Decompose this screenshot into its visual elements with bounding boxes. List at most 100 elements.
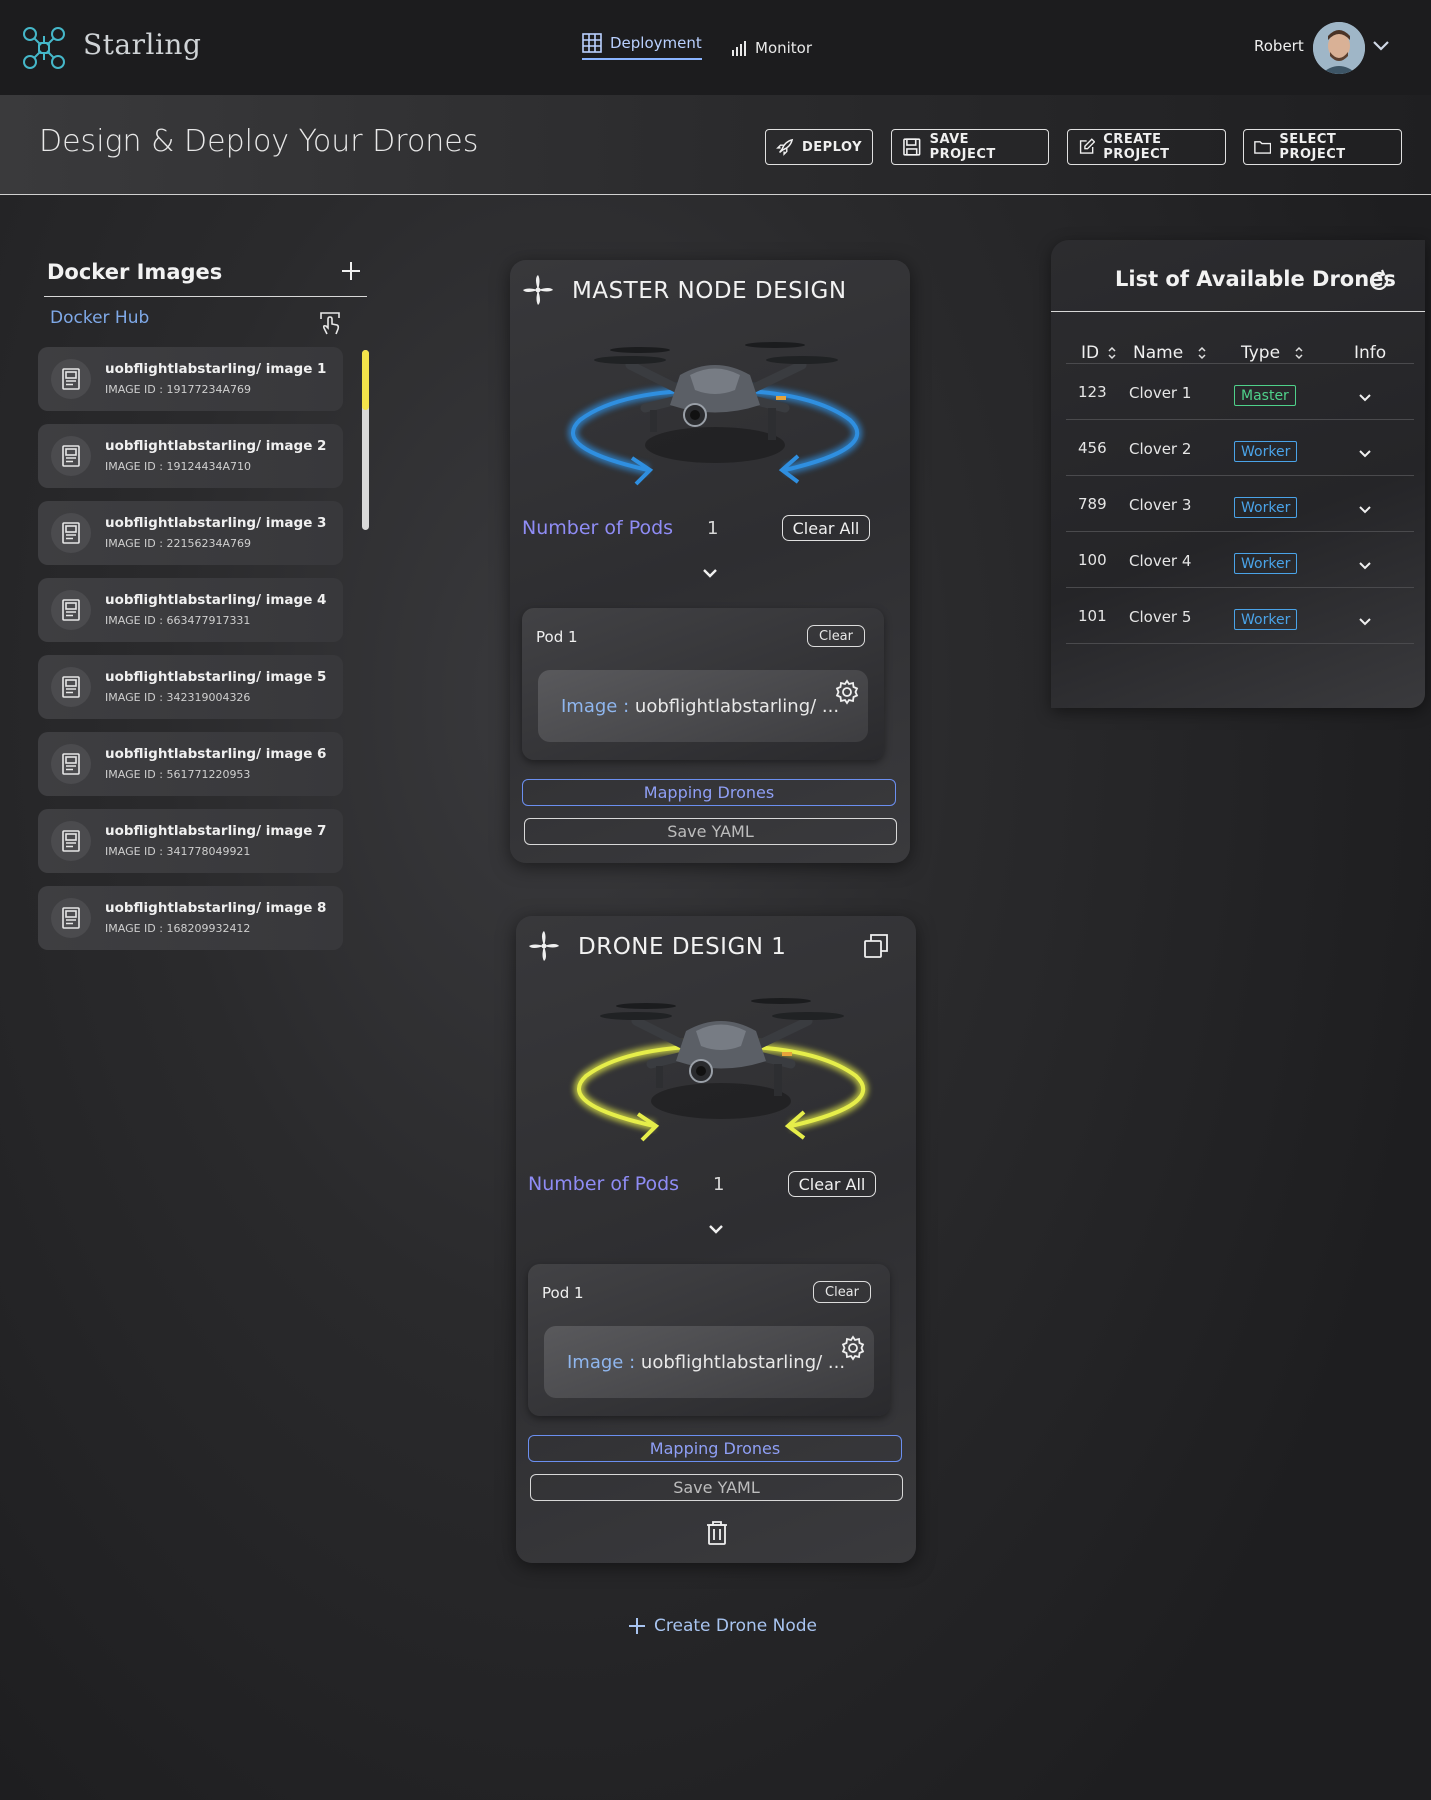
row-divider (1066, 363, 1414, 364)
card-title: MASTER NODE DESIGN (572, 278, 847, 304)
column-header-type[interactable]: Type (1241, 343, 1304, 363)
gear-icon[interactable] (840, 1335, 866, 1361)
save-yaml-button[interactable]: Save YAML (530, 1474, 903, 1501)
drone-name: Clover 4 (1129, 552, 1192, 570)
docker-image-item[interactable]: uobflightlabstarling/ image 5 IMAGE ID :… (38, 655, 343, 719)
add-icon[interactable] (339, 259, 363, 283)
grid-icon (582, 33, 602, 53)
chevron-down-icon[interactable] (701, 567, 719, 579)
document-icon (51, 590, 91, 630)
pods-count-label: Number of Pods (522, 517, 674, 539)
chevron-down-icon[interactable] (1358, 617, 1372, 626)
top-bar (0, 0, 1431, 95)
drone-type-badge: Worker (1234, 441, 1298, 462)
docker-image-id: IMAGE ID : 22156234A769 (105, 537, 251, 550)
drone-id: 789 (1078, 495, 1107, 513)
document-icon (51, 667, 91, 707)
drone-id: 123 (1078, 383, 1107, 401)
create-drone-node-button[interactable]: Create Drone Node (628, 1616, 817, 1636)
docker-image-id: IMAGE ID : 341778049921 (105, 845, 251, 858)
page-title: Design & Deploy Your Drones (39, 124, 479, 159)
chevron-down-icon[interactable] (707, 1223, 725, 1235)
select-project-label: SELECT PROJECT (1279, 132, 1346, 162)
document-icon (51, 513, 91, 553)
clear-all-button[interactable]: Clear All (788, 1171, 876, 1197)
chevron-down-icon[interactable] (1358, 505, 1372, 514)
divider (1051, 311, 1425, 312)
docker-image-name: uobflightlabstarling/ image 1 (105, 361, 327, 377)
pods-count-value: 1 (707, 518, 719, 539)
drone-image (568, 342, 863, 486)
column-header-name[interactable]: Name (1133, 343, 1207, 363)
pod-image-slot[interactable]: Image : uobflightlabstarling/ ... (544, 1326, 874, 1398)
mapping-drones-button[interactable]: Mapping Drones (528, 1435, 902, 1462)
save-yaml-button[interactable]: Save YAML (524, 818, 897, 845)
floppy-disk-icon (903, 138, 921, 156)
docker-image-id: IMAGE ID : 19124434A710 (105, 460, 251, 473)
chevron-down-icon[interactable] (1358, 449, 1372, 458)
create-project-button[interactable]: CREATE PROJECT (1067, 129, 1226, 165)
pod-title: Pod 1 (536, 628, 578, 646)
docker-image-item[interactable]: uobflightlabstarling/ image 6 IMAGE ID :… (38, 732, 343, 796)
drone-id: 101 (1078, 607, 1107, 625)
sort-icon (1295, 346, 1303, 360)
clear-pod-button[interactable]: Clear (813, 1281, 871, 1303)
drag-hand-icon[interactable] (318, 310, 342, 336)
rocket-icon (776, 138, 794, 156)
scrollbar-thumb[interactable] (362, 350, 369, 410)
row-divider (1066, 419, 1414, 420)
docker-image-item[interactable]: uobflightlabstarling/ image 4 IMAGE ID :… (38, 578, 343, 642)
drone-design-card: DRONE DESIGN 1 Number of Pods 1 Clear Al… (516, 916, 916, 1563)
column-header-info-label: Info (1354, 343, 1387, 363)
docker-image-list: uobflightlabstarling/ image 1 IMAGE ID :… (38, 347, 343, 963)
select-project-button[interactable]: SELECT PROJECT (1243, 129, 1402, 165)
chevron-down-icon[interactable] (1358, 561, 1372, 570)
docker-image-item[interactable]: uobflightlabstarling/ image 1 IMAGE ID :… (38, 347, 343, 411)
sort-icon (1108, 346, 1116, 360)
refresh-icon[interactable] (1366, 268, 1392, 294)
row-divider (1066, 531, 1414, 532)
mapping-drones-button[interactable]: Mapping Drones (522, 779, 896, 806)
propeller-icon (529, 931, 559, 961)
copy-icon[interactable] (863, 933, 889, 959)
tab-deployment-label: Deployment (610, 34, 702, 52)
chevron-down-icon[interactable] (1372, 38, 1390, 52)
trash-icon[interactable] (705, 1520, 729, 1546)
divider (44, 296, 367, 297)
drone-name: Clover 1 (1129, 384, 1192, 402)
save-project-button[interactable]: SAVE PROJECT (891, 129, 1049, 165)
column-header-id[interactable]: ID (1081, 343, 1117, 363)
drone-name: Clover 2 (1129, 440, 1192, 458)
docker-image-id: IMAGE ID : 342319004326 (105, 691, 251, 704)
column-header-id-label: ID (1081, 343, 1100, 363)
pod-image-label: Image : (567, 1352, 636, 1373)
drone-image (574, 998, 869, 1142)
docker-image-item[interactable]: uobflightlabstarling/ image 7 IMAGE ID :… (38, 809, 343, 873)
tab-deployment[interactable]: Deployment (582, 32, 702, 60)
avatar[interactable] (1313, 22, 1365, 74)
docker-image-item[interactable]: uobflightlabstarling/ image 3 IMAGE ID :… (38, 501, 343, 565)
pod-image-slot[interactable]: Image : uobflightlabstarling/ ... (538, 670, 868, 742)
clear-all-button[interactable]: Clear All (782, 515, 870, 541)
master-node-card: MASTER NODE DESIGN Number of Pods 1 Clea… (510, 260, 910, 863)
tab-monitor[interactable]: Monitor (731, 34, 812, 62)
row-divider (1066, 643, 1414, 644)
deploy-button[interactable]: DEPLOY (765, 129, 873, 165)
app-name: Starling (83, 28, 202, 61)
docker-image-item[interactable]: uobflightlabstarling/ image 8 IMAGE ID :… (38, 886, 343, 950)
gear-icon[interactable] (834, 679, 860, 705)
docker-image-item[interactable]: uobflightlabstarling/ image 2 IMAGE ID :… (38, 424, 343, 488)
pod-image-text: Image : uobflightlabstarling/ ... (561, 696, 839, 717)
column-header-name-label: Name (1133, 343, 1184, 363)
row-divider (1066, 475, 1414, 476)
plus-icon (629, 1618, 645, 1634)
chevron-down-icon[interactable] (1358, 393, 1372, 402)
docker-image-name: uobflightlabstarling/ image 6 (105, 746, 327, 762)
clear-pod-button[interactable]: Clear (807, 625, 865, 647)
drone-id: 100 (1078, 551, 1107, 569)
pod-title: Pod 1 (542, 1284, 584, 1302)
pods-count-label: Number of Pods (528, 1173, 680, 1195)
drone-name: Clover 5 (1129, 608, 1192, 626)
drone-type-badge: Worker (1234, 553, 1298, 574)
docker-hub-link[interactable]: Docker Hub (50, 308, 149, 328)
